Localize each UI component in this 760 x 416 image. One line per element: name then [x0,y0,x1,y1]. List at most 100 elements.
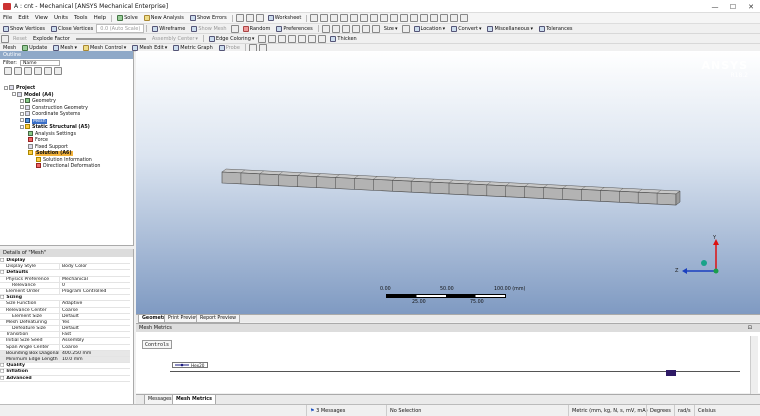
expand-toggle-icon[interactable] [20,118,24,122]
details-value[interactable]: Coarse [60,308,130,313]
select-vertex-icon[interactable] [370,14,379,22]
pin-icon[interactable]: ⊡ [748,325,752,331]
edge-icon-6[interactable] [308,34,317,43]
thicken-button[interactable]: Thicken [327,34,359,43]
miscellaneous-dropdown[interactable]: Miscellaneous ▾ [484,24,536,33]
select-icon-c[interactable] [341,24,350,33]
status-angle[interactable]: Degrees [646,405,671,416]
toolbar-icon-1[interactable] [235,14,244,22]
reset-button[interactable]: Reset [10,34,30,43]
details-value[interactable]: Coarse [60,345,130,350]
worksheet-button[interactable]: Worksheet [265,14,305,23]
metrics-scrollbar[interactable] [750,336,758,394]
size-dropdown[interactable]: Size ▾ [381,24,401,33]
expand-all-icon[interactable] [4,67,12,75]
edge-icon-2[interactable] [268,34,277,43]
expand-toggle-icon[interactable] [4,85,8,90]
details-value[interactable]: Fast [60,332,130,337]
controls-button[interactable]: Controls [142,340,172,349]
select-body-icon[interactable] [400,14,409,22]
tab-report-preview[interactable]: Report Preview [196,315,241,323]
status-units[interactable]: Metric (mm, kg, N, s, mV, mA) [568,405,648,416]
select-icon-f[interactable] [371,24,380,33]
select-icon-e[interactable] [361,24,370,33]
graphics-settings-icon[interactable] [450,14,459,22]
show-vertices-button[interactable]: Show Vertices [0,24,48,33]
details-value[interactable]: 10.0 mm [60,357,130,362]
auto-scale-field[interactable]: 0.0 (Auto Scale) [96,24,145,33]
extend-icon[interactable] [401,24,410,33]
edge-icon-5[interactable] [298,34,307,43]
edge-icon-7[interactable] [318,34,327,43]
explode-factor-slider[interactable] [75,37,146,40]
details-value[interactable]: Default [60,326,130,331]
minimize-button[interactable]: — [706,0,724,13]
tolerances-button[interactable]: Tolerances [536,24,575,33]
solve-button[interactable]: Solve [114,14,141,23]
magnifier-icon[interactable] [410,14,419,22]
next-view-icon[interactable] [430,14,439,22]
previous-view-icon[interactable] [420,14,429,22]
select-mode-icon[interactable] [310,14,319,22]
edge-icon-4[interactable] [288,34,297,43]
tree-item-directional-deformation[interactable]: Directional Deformation [36,163,100,170]
details-value[interactable]: 400.250 mm [60,351,130,356]
expand-toggle-icon[interactable] [20,105,24,109]
details-value[interactable]: Default [60,314,130,319]
wireframe-button[interactable]: Wireframe [149,24,188,33]
details-row[interactable]: □ Advanced [0,376,130,382]
expand-toggle-icon[interactable] [20,124,24,129]
show-errors-button[interactable]: Show Errors [187,14,230,23]
random-button[interactable]: Random [240,24,274,33]
select-edge-icon[interactable] [380,14,389,22]
search-icon[interactable] [24,67,32,75]
beam-mesh-model[interactable] [136,51,760,314]
menu-view[interactable]: View [32,13,51,24]
details-value[interactable]: Program Controlled [60,289,130,294]
status-messages[interactable]: ⚑ 3 Messages [306,405,345,416]
new-analysis-button[interactable]: New Analysis [141,14,187,23]
maximize-button[interactable]: ☐ [724,0,742,13]
close-vertices-button[interactable]: Close Vertices [48,24,96,33]
filter-dropdown[interactable]: Name [19,60,60,66]
select-face-icon[interactable] [390,14,399,22]
box-zoom-icon[interactable] [350,14,359,22]
details-value[interactable]: Adaptive [60,301,130,306]
show-mesh-button[interactable]: Show Mesh [188,24,229,33]
rotate-icon[interactable] [320,14,329,22]
location-dropdown[interactable]: Location ▾ [411,24,449,33]
mesh-icon-2[interactable] [230,24,239,33]
details-value[interactable]: 0 [60,283,130,288]
expand-toggle-icon[interactable] [20,98,24,103]
select-icon-d[interactable] [351,24,360,33]
details-value[interactable]: Body Color [60,264,130,269]
expand-toggle-icon[interactable] [12,92,16,96]
convert-dropdown[interactable]: Convert ▾ [448,24,484,33]
help-icon[interactable] [460,14,469,22]
filter-icon[interactable] [34,67,42,75]
pan-icon[interactable] [330,14,339,22]
menu-edit[interactable]: Edit [15,13,32,24]
reset-icon[interactable] [1,34,9,43]
tree-filter-icon[interactable] [44,67,52,75]
edge-icon-3[interactable] [278,34,287,43]
details-value[interactable]: Assembly [60,338,130,343]
coordinate-triad[interactable]: Y Z [672,235,722,277]
collapse-all-icon[interactable] [14,67,22,75]
assembly-center-dropdown[interactable]: Assembly Center ▾ [149,34,201,43]
fit-icon[interactable] [360,14,369,22]
select-icon-a[interactable] [321,24,330,33]
isometric-view-icon[interactable] [440,14,449,22]
menu-tools[interactable]: Tools [71,13,91,24]
zoom-icon[interactable] [340,14,349,22]
select-icon-b[interactable] [331,24,340,33]
menu-file[interactable]: File [0,13,15,24]
status-temp[interactable]: Celsius [694,405,716,416]
close-button[interactable]: ✕ [742,0,760,13]
edge-coloring-dropdown[interactable]: Edge Coloring ▾ [206,34,257,43]
expand-toggle-icon[interactable] [20,111,24,116]
graphics-viewport[interactable]: ANSYS R18.2 0.00 50.00 100.00 (mm) 25.00… [136,51,760,314]
edge-icon-1[interactable] [258,34,267,43]
sort-icon[interactable] [54,67,62,75]
menu-help[interactable]: Help [91,13,110,24]
